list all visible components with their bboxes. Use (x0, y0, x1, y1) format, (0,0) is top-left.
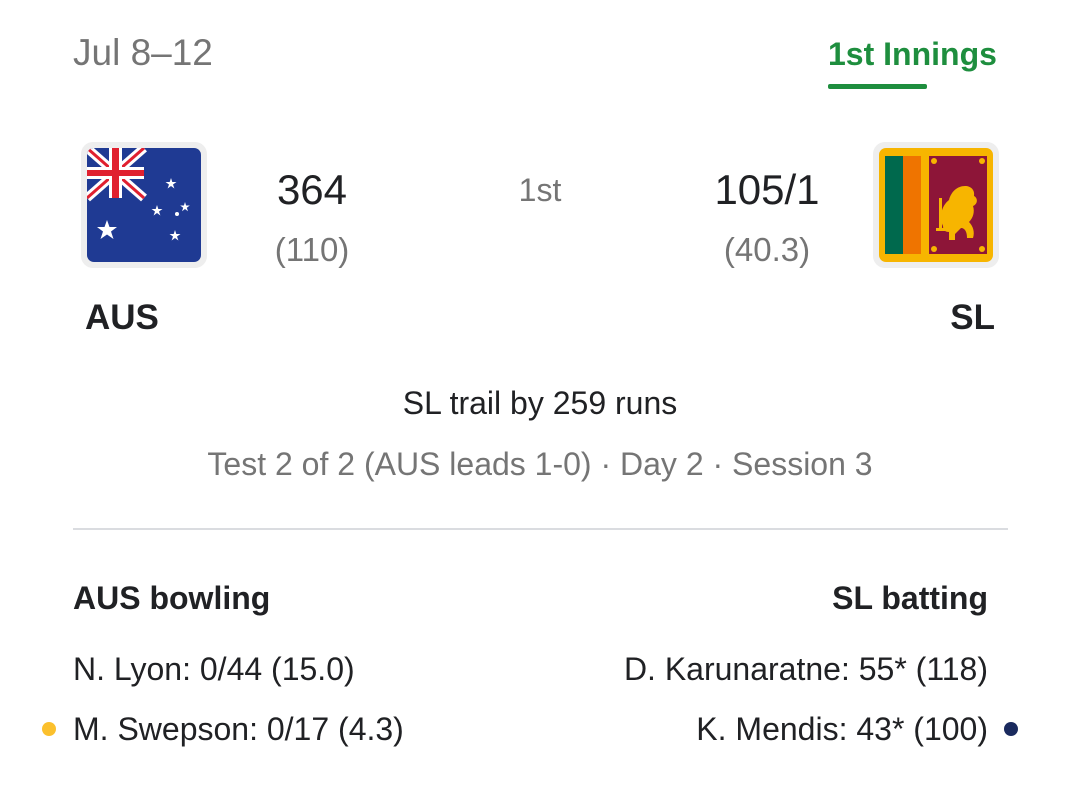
current-bowler-marker (42, 722, 56, 736)
on-strike-marker (1004, 722, 1018, 736)
team1-name: AUS (85, 298, 159, 337)
batter-row: D. Karunaratne: 55* (118) (623, 651, 988, 687)
team2-score: 105/1 (714, 166, 820, 213)
team2-overs: (40.3) (723, 231, 811, 268)
match-status: SL trail by 259 runs (402, 385, 678, 421)
tab-active-indicator (828, 84, 927, 89)
innings-indicator: 1st (518, 172, 562, 208)
tab-label: 1st Innings (828, 36, 997, 72)
bowler-row: M. Swepson: 0/17 (4.3) (73, 711, 404, 747)
batter-row: K. Mendis: 43* (100) (696, 711, 988, 747)
australia-flag-icon (81, 142, 207, 268)
divider (73, 528, 1008, 530)
batting-heading: SL batting (832, 580, 988, 616)
series-info: Test 2 of 2 (AUS leads 1-0) · Day 2 · Se… (207, 446, 873, 482)
sri-lanka-flag-icon (873, 142, 999, 268)
match-date: Jul 8–12 (73, 32, 213, 73)
bowling-heading: AUS bowling (73, 580, 271, 616)
bowler-row: N. Lyon: 0/44 (15.0) (73, 651, 355, 687)
team1-overs: (110) (274, 231, 350, 268)
tab-1st-innings[interactable]: 1st Innings (828, 32, 1008, 89)
team1-score: 364 (276, 166, 348, 213)
team2-name: SL (950, 298, 995, 337)
